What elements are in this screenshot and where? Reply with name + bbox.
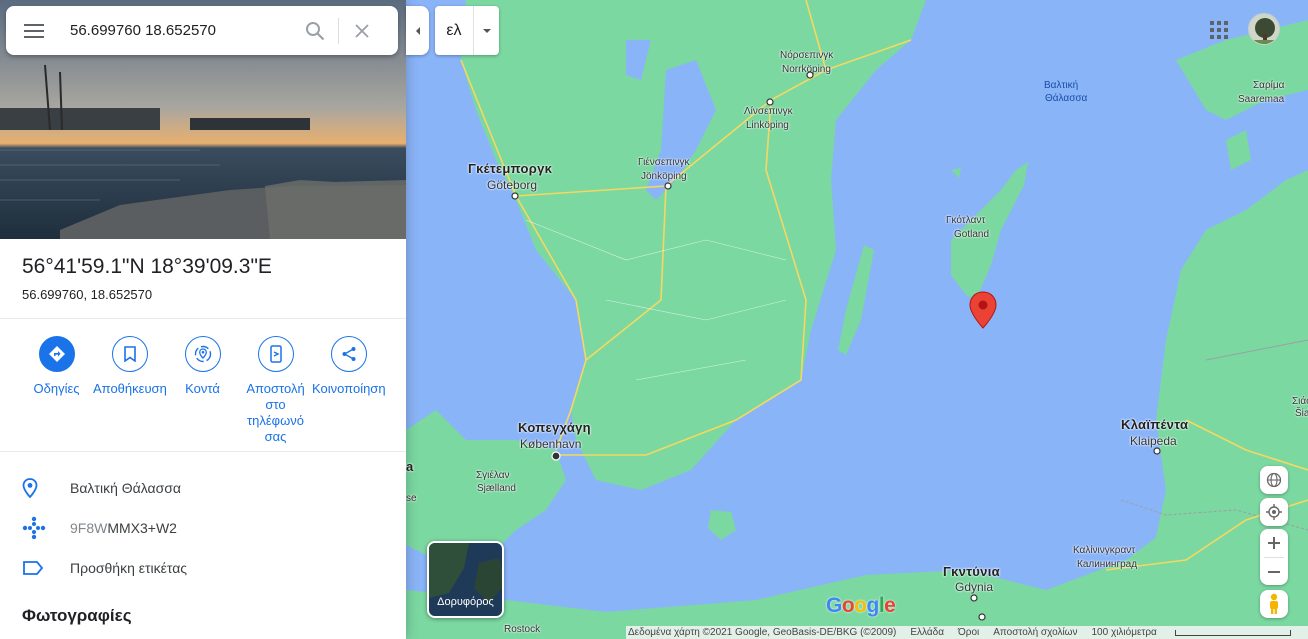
place-decimal-coords: 56.699760, 18.652570 xyxy=(22,287,153,302)
place-panel: 56°41'59.1"N 18°39'09.3"E 56.699760, 18.… xyxy=(0,0,406,639)
country-link[interactable]: Ελλάδα xyxy=(910,627,944,638)
language-button[interactable]: ελ xyxy=(435,6,499,55)
scale-indicator[interactable]: 100 χιλιόμετρα xyxy=(1091,627,1304,638)
plus-icon xyxy=(1268,537,1280,549)
account-avatar[interactable] xyxy=(1248,13,1280,45)
location-pin-icon[interactable] xyxy=(967,290,999,335)
satellite-label: Δορυφόρος xyxy=(437,596,494,608)
clear-search-button[interactable] xyxy=(342,11,382,51)
street-view-pegman[interactable] xyxy=(1260,590,1288,618)
search-button[interactable] xyxy=(295,11,335,51)
search-input[interactable] xyxy=(70,10,295,51)
pluscode-prefix: 9F8W xyxy=(70,520,108,536)
share-icon xyxy=(330,336,367,372)
search-icon xyxy=(306,21,325,40)
caret-down-icon xyxy=(482,28,491,33)
nearby-label: Κοντά xyxy=(185,381,220,396)
google-logo: Google xyxy=(826,594,896,617)
hamburger-icon xyxy=(23,23,44,38)
search-divider xyxy=(338,17,339,44)
map-canvas[interactable]: Γκέτεμποργκ Göteborg Νόρσεπινγκ Norrköpi… xyxy=(406,0,1308,639)
my-location-button[interactable] xyxy=(1260,498,1288,526)
crosshair-icon xyxy=(1266,504,1282,520)
share-button[interactable]: Κοινοποίηση xyxy=(312,336,386,397)
pegman-icon xyxy=(1270,593,1278,614)
feedback-link[interactable]: Αποστολή σχολίων xyxy=(993,627,1077,638)
save-label: Αποθήκευση xyxy=(93,381,167,396)
label-tag-icon xyxy=(0,560,70,576)
language-label: ελ xyxy=(446,21,462,39)
scale-bar xyxy=(1174,629,1291,636)
nearby-button[interactable]: Κοντά xyxy=(166,336,239,397)
city-dots xyxy=(511,71,1161,621)
nearby-icon xyxy=(184,336,221,372)
photos-heading: Φωτογραφίες xyxy=(22,606,132,625)
pluscode-suffix: MMX3+W2 xyxy=(107,520,177,536)
directions-icon xyxy=(38,336,75,372)
map-attribution: Δεδομένα χάρτη ©2021 Google, GeoBasis-DE… xyxy=(628,627,897,638)
satellite-layer-toggle[interactable]: Δορυφόρος xyxy=(427,541,504,618)
divider xyxy=(0,451,406,452)
action-buttons: Οδηγίες Αποθήκευση Κοντά Αποστολή στο τη… xyxy=(20,336,390,446)
globe-icon xyxy=(1266,472,1282,488)
caret-left-icon xyxy=(415,26,420,35)
directions-label: Οδηγίες xyxy=(33,381,80,396)
send-to-phone-button[interactable]: Αποστολή στο τηλέφωνό σας xyxy=(239,336,312,445)
zoom-controls xyxy=(1260,529,1288,585)
close-icon xyxy=(355,23,369,38)
divider xyxy=(0,318,406,319)
save-button[interactable]: Αποθήκευση xyxy=(93,336,167,397)
map-footer: Δεδομένα χάρτη ©2021 Google, GeoBasis-DE… xyxy=(626,626,1308,639)
app-root: Γκέτεμποργκ Göteborg Νόρσεπινγκ Norrköpi… xyxy=(0,0,1308,639)
location-pin-outline-icon xyxy=(0,478,70,498)
directions-button[interactable]: Οδηγίες xyxy=(20,336,93,397)
location-row[interactable]: Βαλτική Θάλασσα xyxy=(0,468,406,508)
pluscode-row[interactable]: 9F8WMMX3+W2 xyxy=(0,508,406,548)
search-box xyxy=(6,6,398,55)
menu-button[interactable] xyxy=(6,6,61,55)
location-text: Βαλτική Θάλασσα xyxy=(70,480,181,496)
share-label: Κοινοποίηση xyxy=(312,381,386,396)
pluscode-text: 9F8WMMX3+W2 xyxy=(70,520,177,536)
zoom-in-button[interactable] xyxy=(1260,529,1288,557)
bookmark-icon xyxy=(111,336,148,372)
globe-view-button[interactable] xyxy=(1260,466,1288,494)
add-label-text: Προσθήκη ετικέτας xyxy=(70,560,188,576)
scale-label: 100 χιλιόμετρα xyxy=(1091,627,1157,638)
place-title: 56°41'59.1"N 18°39'09.3"E xyxy=(22,255,272,278)
zoom-out-button[interactable] xyxy=(1260,558,1288,586)
send-to-phone-icon xyxy=(257,336,294,372)
send-to-phone-label: Αποστολή στο τηλέφωνό σας xyxy=(246,381,305,444)
plus-code-icon xyxy=(0,516,70,540)
add-label-row[interactable]: Προσθήκη ετικέτας xyxy=(0,548,406,588)
minus-icon xyxy=(1268,571,1280,573)
language-dropdown[interactable] xyxy=(473,6,499,55)
terms-link[interactable]: Όροι xyxy=(958,627,979,638)
apps-grid-icon[interactable] xyxy=(1205,16,1233,44)
collapse-panel-button[interactable] xyxy=(406,6,429,55)
